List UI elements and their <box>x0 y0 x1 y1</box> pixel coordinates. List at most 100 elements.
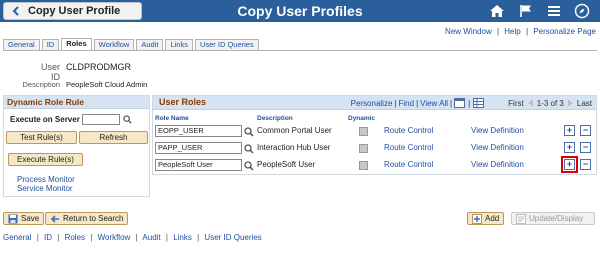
return-arrow-icon <box>50 214 59 223</box>
view-definition-link[interactable]: View Definition <box>471 143 524 152</box>
download-grid-icon[interactable] <box>473 98 485 108</box>
home-icon[interactable] <box>488 2 506 20</box>
add-icon <box>472 213 482 224</box>
find-link[interactable]: Find <box>399 99 415 108</box>
separator: | <box>394 98 397 108</box>
user-roles-grid: User Roles Personalize | Find | View All… <box>152 95 597 175</box>
navbar-icon[interactable] <box>573 2 591 20</box>
view-definition-link[interactable]: View Definition <box>471 160 524 169</box>
search-icon[interactable] <box>123 115 132 124</box>
column-header-dynamic: Dynamic <box>348 115 376 122</box>
separator: | <box>468 98 471 108</box>
new-window-link[interactable]: New Window <box>445 27 492 36</box>
header-banner: Copy User Profile Copy User Profiles <box>0 0 600 22</box>
footer-link-user-id-queries[interactable]: User ID Queries <box>204 233 261 242</box>
view-definition-link[interactable]: View Definition <box>471 126 524 135</box>
separator: | <box>525 27 529 36</box>
tab-general[interactable]: General <box>3 39 40 50</box>
separator: | <box>416 98 419 108</box>
description-label: Description <box>22 80 60 89</box>
add-button-label: Add <box>485 214 500 223</box>
separator: | <box>36 233 39 242</box>
separator: | <box>450 98 453 108</box>
refresh-button[interactable]: Refresh <box>79 131 148 144</box>
add-button[interactable]: Add <box>467 212 505 225</box>
user-id-value: CLDPRODMGR <box>66 62 132 72</box>
lookup-icon[interactable] <box>244 161 254 171</box>
update-display-label: Update/Display <box>529 214 584 223</box>
user-roles-title: User Roles <box>159 97 207 107</box>
tab-links[interactable]: Links <box>165 39 193 50</box>
back-button[interactable]: Copy User Profile <box>3 2 142 20</box>
footer-link-links[interactable]: Links <box>173 233 192 242</box>
user-id-label: User ID <box>40 62 60 82</box>
tab-workflow[interactable]: Workflow <box>93 39 135 50</box>
user-roles-header: User Roles Personalize | Find | View All… <box>153 96 596 110</box>
save-button[interactable]: Save <box>3 212 45 225</box>
table-row: PeopleSoft User PeopleSoft User Route Co… <box>153 156 596 176</box>
test-rules-button[interactable]: Test Rule(s) <box>6 131 77 144</box>
dynamic-checkbox <box>359 144 368 153</box>
route-control-link[interactable]: Route Control <box>384 143 433 152</box>
tab-audit[interactable]: Audit <box>136 39 164 50</box>
update-display-icon <box>516 213 526 224</box>
separator: | <box>197 233 200 242</box>
footer-link-roles[interactable]: Roles <box>65 233 85 242</box>
separator: | <box>90 233 93 242</box>
role-name-input[interactable]: PeopleSoft User <box>155 159 242 171</box>
separator: | <box>57 233 60 242</box>
footer-link-audit[interactable]: Audit <box>142 233 160 242</box>
tab-user-id-queries[interactable]: User ID Queries <box>194 39 259 50</box>
lookup-icon[interactable] <box>244 127 254 137</box>
execute-rules-button[interactable]: Execute Rule(s) <box>8 153 83 166</box>
zoom-grid-icon[interactable] <box>454 98 466 108</box>
dynamic-checkbox <box>359 127 368 136</box>
separator: | <box>165 233 168 242</box>
help-link[interactable]: Help <box>504 27 520 36</box>
table-row: EOPP_USER Common Portal User Route Contr… <box>153 125 596 142</box>
add-row-button[interactable]: + <box>564 142 575 153</box>
return-to-search-button[interactable]: Return to Search <box>45 212 129 225</box>
tab-id[interactable]: ID <box>41 39 60 50</box>
service-monitor-link[interactable]: Service Monitor <box>17 184 73 193</box>
footer-link-workflow[interactable]: Workflow <box>98 233 131 242</box>
delete-row-button[interactable]: − <box>580 142 591 153</box>
last-label: Last <box>576 98 592 108</box>
footer-link-general[interactable]: General <box>3 233 31 242</box>
footer-links: General | ID | Roles | Workflow | Audit … <box>3 233 262 242</box>
grid-navigation: Personalize | Find | View All | | First … <box>351 98 592 108</box>
dynamic-role-rule-panel: Dynamic Role Rule Execute on Server Test… <box>3 95 150 197</box>
menu-icon[interactable] <box>545 2 563 20</box>
role-description: PeopleSoft User <box>257 160 316 169</box>
route-control-link[interactable]: Route Control <box>384 126 433 135</box>
footer-link-id[interactable]: ID <box>44 233 52 242</box>
previous-arrow-icon[interactable] <box>527 99 534 107</box>
execute-on-server-input[interactable] <box>82 114 120 125</box>
personalize-page-link[interactable]: Personalize Page <box>533 27 596 36</box>
table-row: PAPP_USER Interaction Hub User Route Con… <box>153 142 596 159</box>
role-name-input[interactable]: PAPP_USER <box>155 142 242 154</box>
add-row-button[interactable]: + <box>564 125 575 136</box>
process-monitor-link[interactable]: Process Monitor <box>17 175 75 184</box>
lookup-icon[interactable] <box>244 144 254 154</box>
dynamic-checkbox <box>359 161 368 170</box>
delete-row-button[interactable]: − <box>580 125 591 136</box>
next-arrow-icon[interactable] <box>567 99 574 107</box>
personalize-link[interactable]: Personalize <box>351 99 393 108</box>
delete-row-button[interactable]: − <box>580 159 591 170</box>
back-button-label: Copy User Profile <box>28 5 121 17</box>
page-links: New Window | Help | Personalize Page <box>445 27 596 36</box>
update-display-button[interactable]: Update/Display <box>511 212 595 225</box>
role-name-input[interactable]: EOPP_USER <box>155 125 242 137</box>
row-range: 1-3 of 3 <box>536 98 564 108</box>
view-all-link[interactable]: View All <box>420 99 448 108</box>
column-header-description: Description <box>257 115 293 122</box>
save-icon <box>8 214 18 223</box>
separator: | <box>135 233 138 242</box>
add-row-button[interactable]: + <box>561 156 578 173</box>
description-value: PeopleSoft Cloud Admin <box>66 80 148 89</box>
tab-roles[interactable]: Roles <box>61 38 92 50</box>
flag-icon[interactable] <box>517 2 535 20</box>
route-control-link[interactable]: Route Control <box>384 160 433 169</box>
chevron-left-icon <box>12 6 19 16</box>
